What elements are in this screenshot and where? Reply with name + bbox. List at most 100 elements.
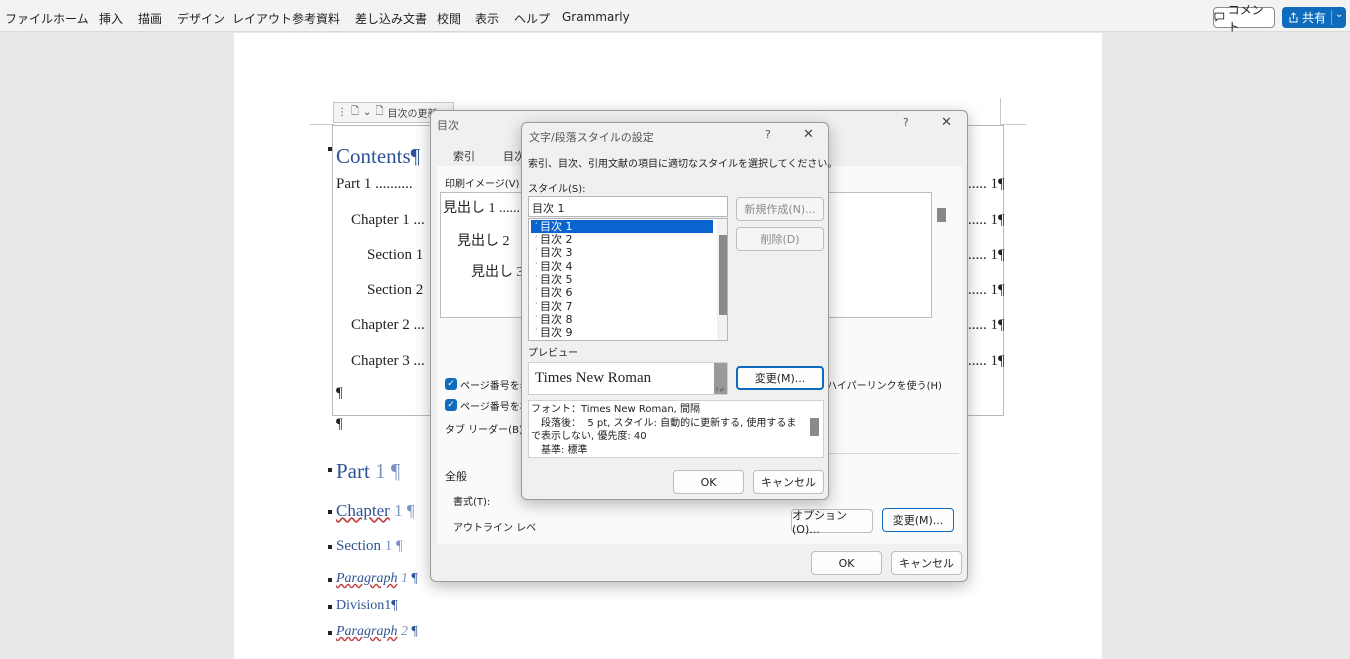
description-scrollbar[interactable] — [810, 418, 819, 436]
pilcrow: ¶ — [411, 571, 418, 586]
new-style-button[interactable]: 新規作成(N)... — [736, 197, 824, 221]
pilcrow: ¶ — [411, 624, 418, 639]
show-page-numbers-checkbox[interactable]: ✓ — [445, 378, 457, 390]
ribbon-menu-bar: ファイル ホーム 挿入 描画 デザイン レイアウト 参考資料 差し込み文書 校閲… — [0, 0, 1350, 34]
toc-entry-section1[interactable]: Section 1 — [367, 247, 423, 264]
delete-style-button[interactable]: 削除(D) — [736, 227, 824, 251]
preview-font-sample: Times New Roman — [535, 370, 652, 386]
style-list-item[interactable]: ˊ 目次 7 — [531, 300, 713, 313]
pilcrow: ¶ — [336, 385, 343, 401]
close-icon[interactable]: ✕ — [941, 115, 952, 130]
style-list-item[interactable]: ˊ 目次 2 — [531, 233, 713, 246]
toc-entry-chapter3[interactable]: Chapter 3 ... — [351, 353, 425, 370]
preview-label: プレビュー — [528, 348, 578, 359]
options-button[interactable]: オプション(O)... — [791, 509, 873, 536]
modify-style-button[interactable]: 変更(M)... — [736, 366, 824, 390]
toc-page-number: ..... 1¶ — [968, 247, 1005, 263]
style-name-input[interactable]: 目次 1 — [528, 196, 728, 217]
style-list-item[interactable]: ˊ 目次 4 — [531, 260, 713, 273]
share-divider — [1331, 10, 1332, 25]
toc-entry-section2[interactable]: Section 2 — [367, 282, 423, 299]
style-list-item[interactable]: ˊ 目次 8 — [531, 313, 713, 326]
drag-handle-icon[interactable]: ⋮ — [337, 107, 347, 118]
comment-icon — [1214, 12, 1225, 23]
menu-file[interactable]: ファイル — [5, 10, 53, 27]
style-list-item[interactable]: ˊ 目次 3 — [531, 246, 713, 259]
ok-button[interactable]: OK — [673, 470, 744, 494]
style-list-item[interactable]: ˊ 目次 9 — [531, 326, 713, 339]
menu-draw[interactable]: 描画 — [138, 10, 162, 27]
update-toc-icon[interactable]: 🗋 — [375, 104, 383, 121]
ok-button[interactable]: OK — [811, 551, 882, 575]
style-list-scrollbar[interactable] — [717, 219, 727, 340]
style-description-text: フォント：Times New Roman, 間隔 段落後： 5 pt, スタイル… — [531, 404, 797, 456]
heading-division[interactable]: Division1¶ — [336, 598, 398, 614]
menu-design[interactable]: デザイン — [177, 10, 225, 27]
share-button[interactable]: 共有 ⌄ — [1282, 7, 1346, 28]
paragraph-mark — [328, 605, 332, 609]
help-icon[interactable]: ? — [903, 116, 909, 129]
chevron-down-icon[interactable]: ⌄ — [1335, 9, 1343, 20]
margin-guide — [1000, 98, 1001, 124]
chevron-down-icon[interactable]: ⌄ — [363, 107, 371, 118]
use-hyperlinks-label[interactable]: ハイパーリンクを使う(H) — [827, 377, 942, 392]
document-icon[interactable]: 🗋 — [351, 104, 359, 121]
menu-insert[interactable]: 挿入 — [99, 10, 123, 27]
style-list[interactable]: ˊ 目次 1 ˊ 目次 2 ˊ 目次 3 ˊ 目次 4 ˊ 目次 5 ˊ 目次 6 ˊ 目次 … — [528, 218, 728, 341]
paragraph-mark — [328, 545, 332, 549]
menu-grammarly[interactable]: Grammarly — [562, 10, 630, 24]
menu-view[interactable]: 表示 — [475, 10, 499, 27]
heading-part-text: Part — [336, 459, 370, 483]
menu-review[interactable]: 校閲 — [437, 10, 461, 27]
toc-entry-chapter1[interactable]: Chapter 1 ... — [351, 212, 425, 229]
toc-entry-chapter2[interactable]: Chapter 2 ... — [351, 317, 425, 334]
toc-heading: Contents¶ — [336, 144, 421, 168]
close-icon[interactable]: ✕ — [803, 127, 814, 142]
heading-paragraph1-text: Paragraph — [336, 571, 398, 586]
style-list-item[interactable]: ˊ 目次 6 — [531, 286, 713, 299]
heading-paragraph1[interactable]: Paragraph 1 ¶ — [336, 571, 418, 587]
comment-label: コメント — [1227, 2, 1264, 34]
toc-entry-part1[interactable]: Part 1 .......... — [336, 176, 413, 193]
toc-page-number: ..... 1¶ — [968, 353, 1005, 369]
preview-heading3: 見出し 3 — [471, 265, 524, 280]
menu-help[interactable]: ヘルプ — [514, 10, 550, 27]
scrollbar-thumb[interactable] — [719, 235, 727, 315]
share-icon — [1289, 12, 1298, 23]
outline-level-label: アウトライン レベ — [453, 523, 537, 534]
paragraph-mark — [328, 578, 332, 582]
right-align-checkbox[interactable]: ✓ — [445, 399, 457, 411]
styles-label: スタイル(S): — [528, 184, 586, 195]
paragraph-mark — [328, 510, 332, 514]
toc-page-number: ..... 1¶ — [968, 176, 1005, 192]
dialog-title: 目次 — [437, 119, 459, 132]
help-icon[interactable]: ? — [765, 128, 771, 141]
menu-references[interactable]: 参考資料 — [292, 10, 340, 27]
heading-chapter[interactable]: Chapter 1 ¶ — [336, 501, 415, 521]
preview-size-mark: 5 pt — [716, 387, 724, 392]
heading-paragraph1-number: 1 — [400, 571, 408, 586]
heading-paragraph2-text: Paragraph — [336, 624, 398, 639]
tab-index[interactable]: 索引 — [453, 148, 475, 164]
heading-part[interactable]: Part 1 ¶ — [336, 459, 400, 484]
preview-scrollbar[interactable] — [937, 208, 946, 222]
cancel-button[interactable]: キャンセル — [753, 470, 824, 494]
menu-layout[interactable]: レイアウト — [232, 10, 292, 27]
style-list-item[interactable]: ˊ 目次 5 — [531, 273, 713, 286]
instruction-text: 索引、目次、引用文献の項目に適切なスタイルを選択してください。 — [528, 159, 838, 170]
heading-section[interactable]: Section 1 ¶ — [336, 538, 403, 555]
toc-page-number: ..... 1¶ — [968, 317, 1005, 333]
heading-paragraph2-number: 2 — [400, 624, 408, 639]
general-section-label: 全般 — [445, 470, 467, 483]
style-settings-dialog: 文字/段落スタイルの設定 ? ✕ 索引、目次、引用文献の項目に適切なスタイルを選… — [521, 122, 837, 500]
heading-paragraph2[interactable]: Paragraph 2 ¶ — [336, 624, 418, 640]
cancel-button[interactable]: キャンセル — [891, 551, 962, 575]
menu-home[interactable]: ホーム — [53, 10, 89, 27]
comment-button[interactable]: コメント — [1213, 3, 1275, 34]
style-list-item[interactable]: ˊ 目次 1 — [531, 220, 713, 233]
heading-part-number: 1 ¶ — [375, 459, 401, 483]
paragraph-mark — [328, 147, 332, 151]
modify-button[interactable]: 変更(M)... — [882, 508, 954, 532]
heading-chapter-text: Chapter — [336, 501, 390, 520]
menu-mailings[interactable]: 差し込み文書 — [355, 10, 427, 27]
